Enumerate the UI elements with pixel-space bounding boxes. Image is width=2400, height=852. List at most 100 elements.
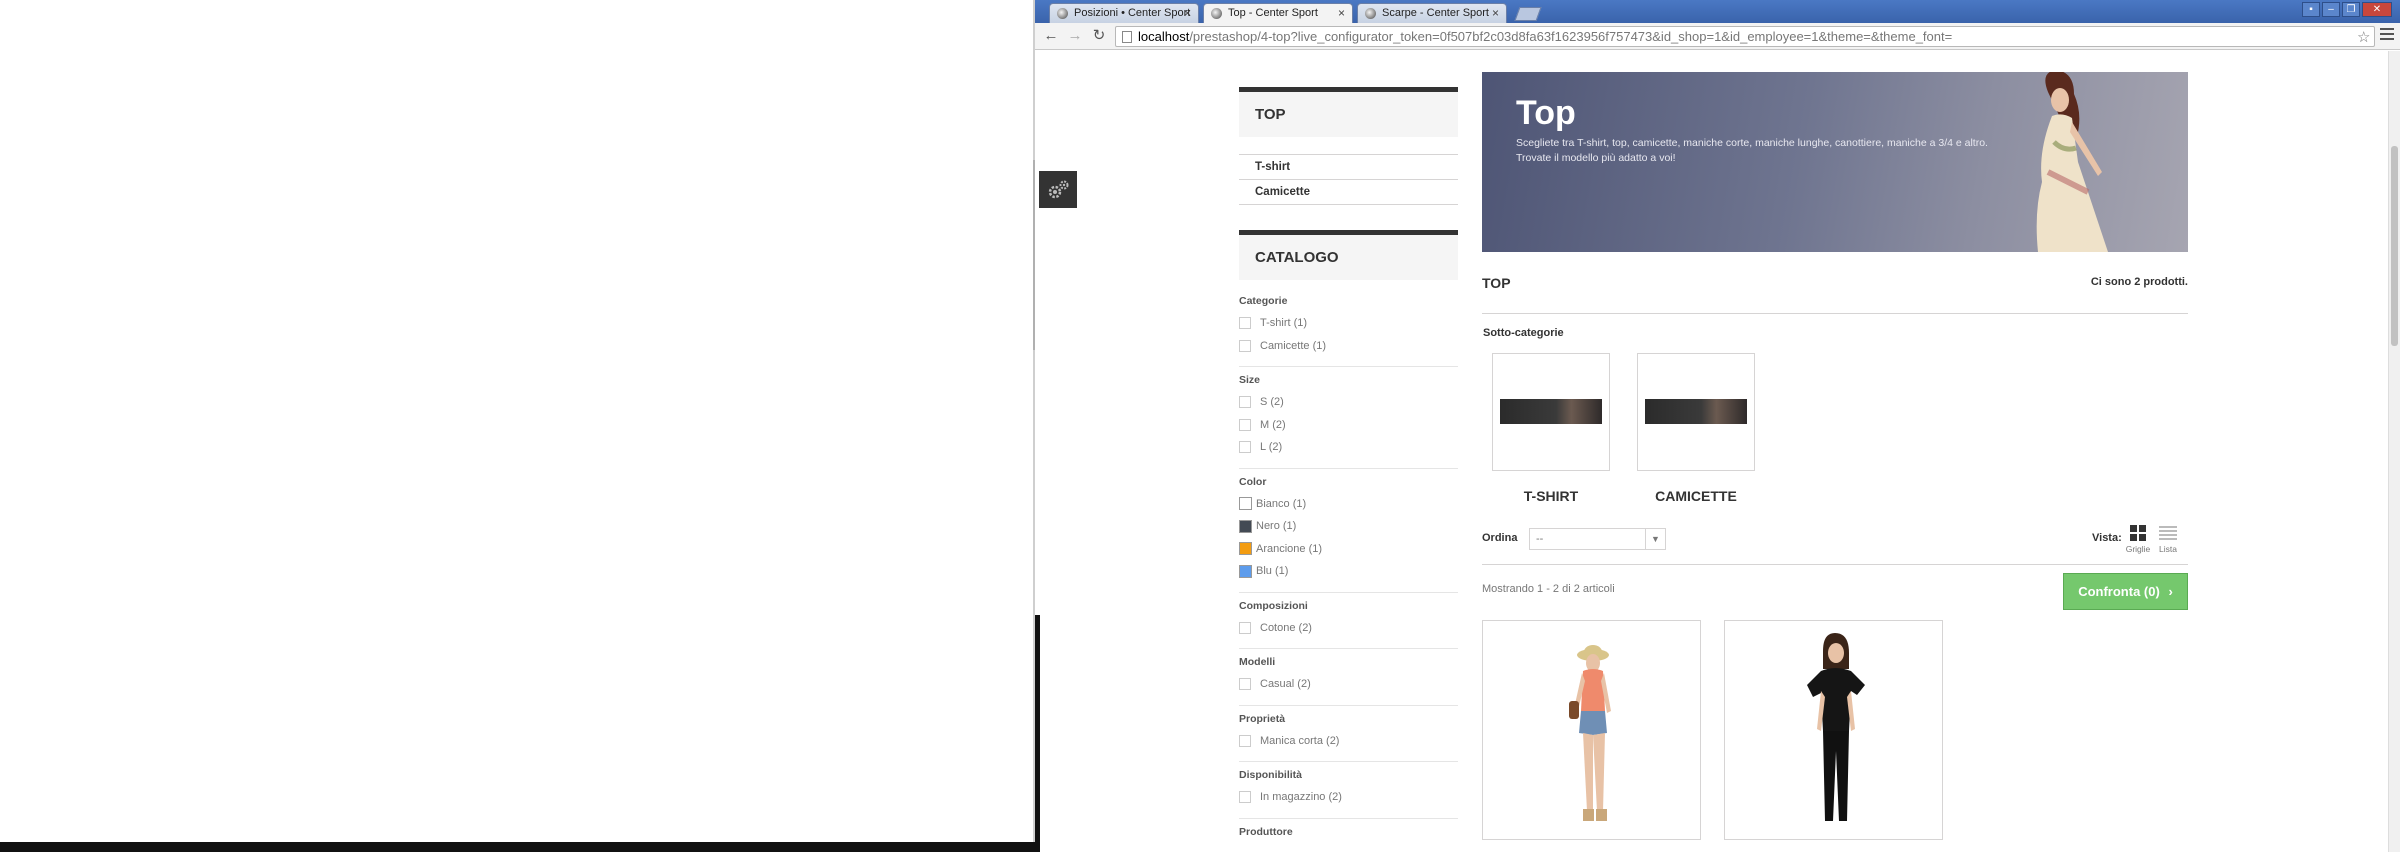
tab-scarpe[interactable]: Scarpe - Center Sport ×: [1357, 3, 1507, 23]
window-edge: [1035, 615, 1040, 852]
checkbox[interactable]: [1239, 441, 1251, 454]
filter-title: Disponibilità: [1239, 769, 1302, 781]
browser-toolbar: ← → ↻ localhost/prestashop/4-top?live_co…: [1035, 23, 2400, 50]
new-tab-button[interactable]: [1514, 7, 1542, 21]
product-card[interactable]: [1482, 620, 1701, 840]
category-banner: Top Sceglietе tra T-shirt, top, camicett…: [1482, 72, 2188, 252]
filter-option[interactable]: Bianco (1): [1239, 493, 1458, 516]
filter-group-color: Color Bianco (1) Nero (1) Arancione (1) …: [1239, 469, 1458, 593]
subcategory-thumbnail[interactable]: [1492, 353, 1610, 471]
filter-option[interactable]: Blu (1): [1239, 560, 1458, 583]
grid-icon: [2130, 525, 2146, 541]
filter-label: Cotone (2): [1260, 621, 1312, 634]
page-scrollbar[interactable]: [2388, 51, 2400, 852]
filter-option[interactable]: T-shirt (1): [1239, 312, 1458, 335]
page-viewport: TOP T-shirt Camicette CATALOGO Categorie…: [1035, 51, 2400, 852]
filter-option[interactable]: Nero (1): [1239, 515, 1458, 538]
tab-strip: Posizioni • Center Sport × Top - Center …: [1035, 0, 2400, 24]
compare-label: Confronta (0): [2078, 584, 2160, 599]
scrollbar-thumb[interactable]: [2391, 146, 2398, 346]
close-icon[interactable]: ×: [1184, 4, 1191, 23]
page-icon: [1122, 31, 1132, 43]
favicon-icon: [1365, 8, 1376, 19]
sidebar-item-camicette[interactable]: Camicette: [1239, 180, 1458, 205]
subcategory-camicette[interactable]: CAMICETTE: [1637, 353, 1755, 504]
checkbox[interactable]: [1239, 791, 1251, 804]
view-list-button[interactable]: Lista: [2154, 525, 2182, 554]
checkbox[interactable]: [1239, 396, 1251, 409]
filter-option[interactable]: M (2): [1239, 414, 1458, 437]
subcategories-heading: Sotto-categorie: [1483, 327, 1564, 339]
address-bar[interactable]: localhost/prestashop/4-top?live_configur…: [1115, 26, 2375, 47]
back-icon[interactable]: ←: [1041, 26, 1061, 46]
close-icon[interactable]: ×: [1338, 4, 1345, 23]
filter-title: Produttore: [1239, 825, 1293, 838]
checkbox[interactable]: [1239, 621, 1251, 634]
filter-group-proprieta: Proprietà Manica corta (2): [1239, 706, 1458, 762]
filter-group-size: Size S (2) M (2) L (2): [1239, 367, 1458, 469]
close-icon[interactable]: ×: [1492, 4, 1499, 23]
filter-group-disponibilita: Disponibilità In magazzino (2): [1239, 762, 1458, 819]
filter-label: Camicette (1): [1260, 339, 1327, 352]
checkbox[interactable]: [1239, 734, 1251, 747]
filter-option[interactable]: Camicette (1): [1239, 335, 1458, 358]
tab-label: Scarpe - Center Sport: [1382, 7, 1489, 19]
subcategory-name[interactable]: T-SHIRT: [1492, 488, 1610, 504]
subcategory-image: [1500, 399, 1602, 424]
checkbox[interactable]: [1239, 317, 1251, 330]
divider: [1482, 564, 2188, 565]
subcategory-image: [1645, 399, 1747, 424]
showing-count: Mostrando 1 - 2 di 2 articoli: [1482, 583, 1615, 595]
product-card[interactable]: [1724, 620, 1943, 840]
tab-top[interactable]: Top - Center Sport ×: [1203, 3, 1353, 24]
banner-description-line: Sceglietе tra T-shirt, top, camicette, m…: [1516, 137, 1988, 149]
gears-icon: [1048, 180, 1069, 198]
filter-option[interactable]: Arancione (1): [1239, 538, 1458, 561]
checkbox[interactable]: [1239, 339, 1251, 352]
subcategory-thumbnail[interactable]: [1637, 353, 1755, 471]
compare-button[interactable]: Confronta (0) ›: [2063, 573, 2188, 610]
filter-option[interactable]: Manica corta (2): [1239, 730, 1458, 753]
color-swatch-white[interactable]: [1239, 497, 1252, 511]
user-icon[interactable]: ▪: [2302, 2, 2320, 17]
reload-icon[interactable]: ↻: [1089, 26, 1109, 46]
filter-label: T-shirt (1): [1260, 317, 1308, 330]
restore-icon[interactable]: ❐: [2342, 2, 2360, 17]
filter-label: M (2): [1260, 418, 1286, 431]
view-grid-button[interactable]: Griglie: [2124, 525, 2152, 554]
filter-title: Size: [1239, 374, 1261, 386]
filter-option[interactable]: Casual (2): [1239, 673, 1458, 696]
close-window-icon[interactable]: ✕: [2362, 2, 2392, 17]
minimize-icon[interactable]: –: [2322, 2, 2340, 17]
browser-window: Posizioni • Center Sport × Top - Center …: [1035, 0, 2400, 852]
filter-title: Color: [1239, 475, 1267, 488]
theme-configurator-button[interactable]: [1039, 171, 1077, 208]
filter-group-produttore: Produttore: [1239, 819, 1458, 852]
menu-icon[interactable]: [2380, 28, 2394, 42]
filter-label: L (2): [1260, 441, 1283, 454]
filter-option[interactable]: S (2): [1239, 391, 1458, 414]
checkbox[interactable]: [1239, 678, 1251, 691]
sort-select[interactable]: -- ▼: [1529, 528, 1666, 550]
subcategory-name[interactable]: CAMICETTE: [1637, 488, 1755, 504]
filter-option[interactable]: L (2): [1239, 436, 1458, 459]
subcategory-tshirt[interactable]: T-SHIRT: [1492, 353, 1610, 504]
filter-title: Categorie: [1239, 295, 1288, 307]
color-swatch-orange[interactable]: [1239, 542, 1252, 556]
color-swatch-black[interactable]: [1239, 519, 1252, 533]
filter-group-modelli: Modelli Casual (2): [1239, 649, 1458, 706]
banner-title: Top: [1516, 94, 1576, 132]
product-image: [1569, 645, 1611, 821]
filter-option[interactable]: Cotone (2): [1239, 617, 1458, 640]
tab-posizioni[interactable]: Posizioni • Center Sport ×: [1049, 3, 1199, 23]
forward-icon[interactable]: →: [1065, 26, 1085, 46]
banner-description: Sceglietе tra T-shirt, top, camicette, m…: [1516, 136, 2016, 166]
filter-option[interactable]: In magazzino (2): [1239, 786, 1458, 809]
color-swatch-blue[interactable]: [1239, 564, 1252, 578]
sidebar-item-tshirt[interactable]: T-shirt: [1239, 155, 1458, 180]
filter-label: Blu (1): [1256, 565, 1289, 578]
checkbox[interactable]: [1239, 418, 1251, 431]
url-path: /prestashop/4-top?live_configurator_toke…: [1189, 29, 1953, 44]
product-image: [1807, 633, 1865, 821]
bookmark-star-icon[interactable]: ☆: [2357, 28, 2370, 46]
